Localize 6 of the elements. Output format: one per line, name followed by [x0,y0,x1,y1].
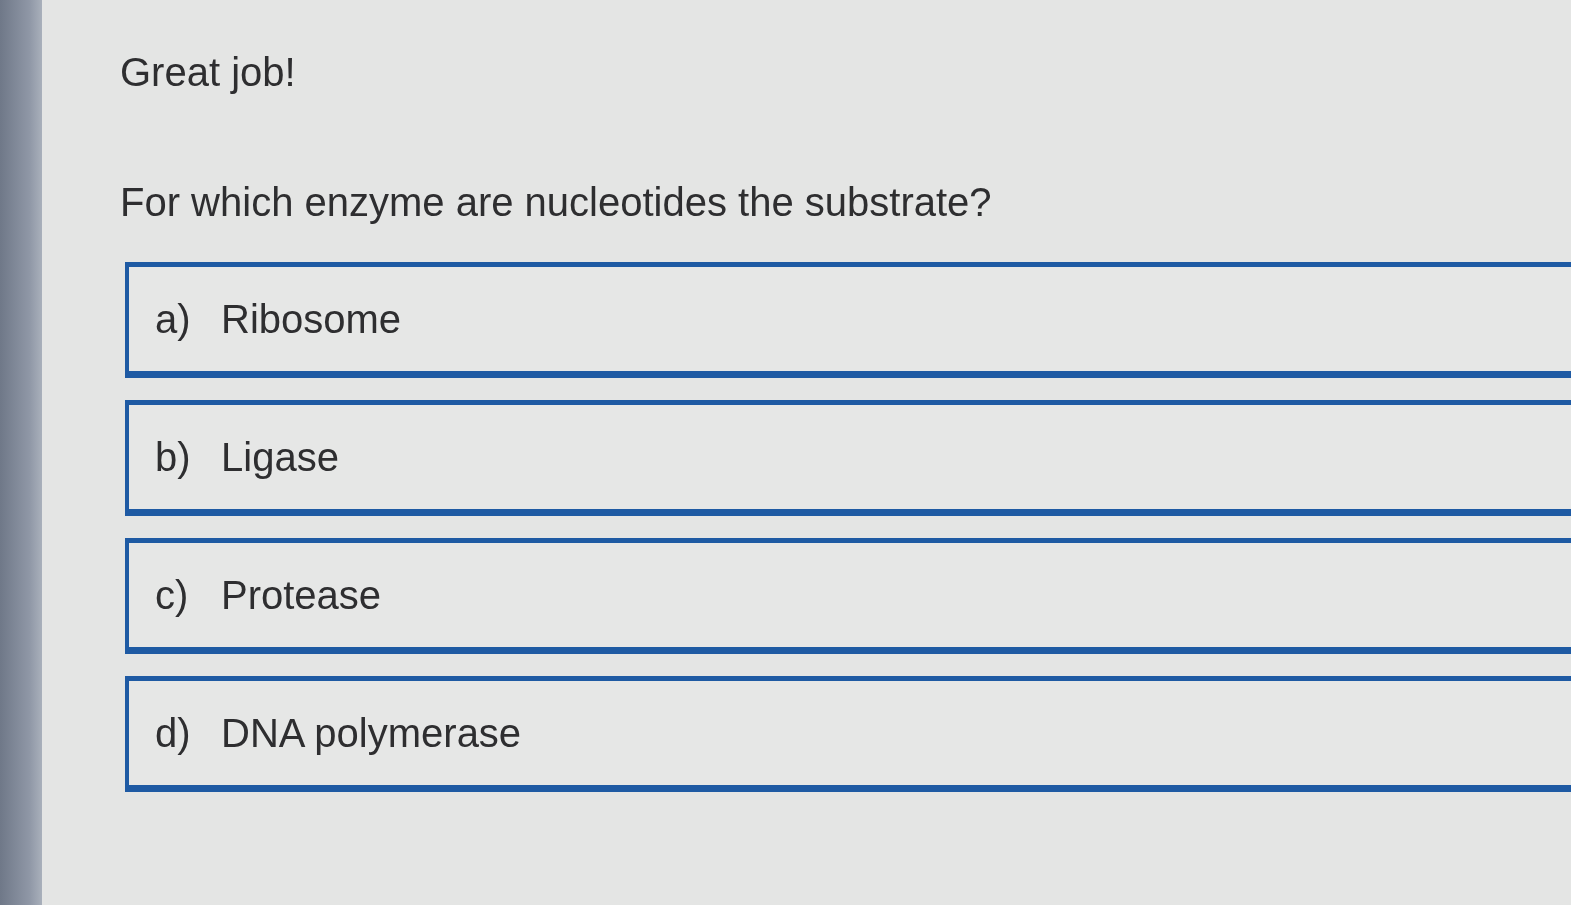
feedback-heading: Great job! [120,49,297,96]
answer-option[interactable]: c) Protease [125,538,1571,654]
question-text: For which enzyme are nucleotides the substrate? [120,179,993,226]
answer-option[interactable]: b) Ligase [125,400,1571,516]
answer-option[interactable]: a) Ribosome [125,262,1571,378]
answer-option[interactable]: d) DNA polymerase [125,676,1571,792]
